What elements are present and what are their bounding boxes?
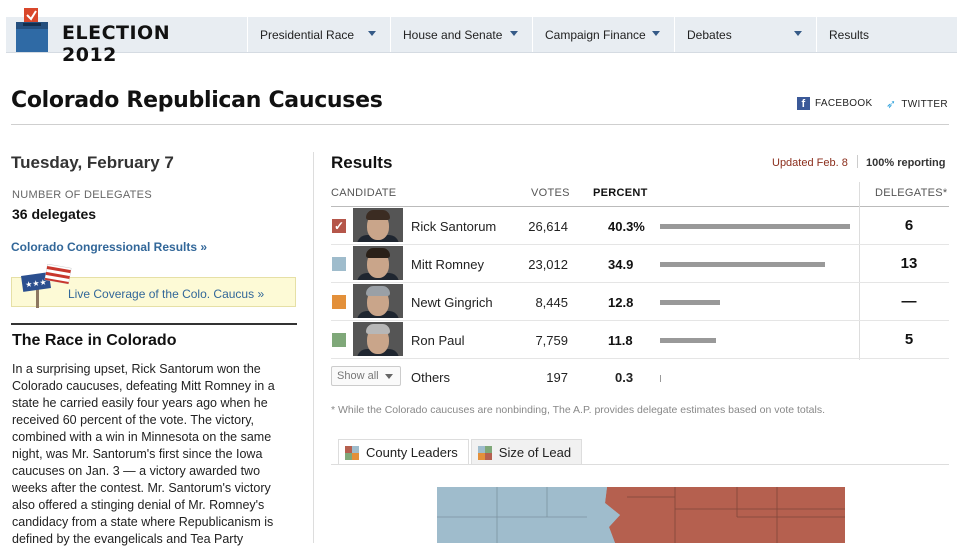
facebook-share[interactable]: f FACEBOOK bbox=[797, 97, 872, 110]
election-brand[interactable]: ELECTION 2012 bbox=[6, 0, 216, 66]
others-bar bbox=[660, 375, 661, 382]
tab-label: Size of Lead bbox=[498, 445, 572, 460]
size-of-lead-icon bbox=[477, 445, 492, 460]
nav-label: House and Senate bbox=[403, 27, 503, 42]
percent-bar bbox=[660, 300, 720, 305]
candidate-votes: 7,759 bbox=[535, 333, 568, 348]
twitter-label: TWITTER bbox=[901, 98, 948, 110]
color-swatch bbox=[332, 257, 346, 271]
candidate-votes: 23,012 bbox=[528, 257, 568, 272]
candidate-name: Rick Santorum bbox=[411, 219, 497, 234]
caret-down-icon bbox=[652, 31, 660, 36]
live-coverage-link[interactable]: Live Coverage of the Colo. Caucus » bbox=[68, 287, 264, 301]
others-percent: 0.3 bbox=[615, 370, 634, 385]
campaign-sign-icon: ★★★ bbox=[21, 264, 72, 308]
nav-label: Presidential Race bbox=[260, 27, 355, 42]
title-divider bbox=[11, 124, 949, 125]
tab-rule bbox=[331, 464, 949, 465]
percent-bar bbox=[660, 338, 716, 343]
candidate-name: Newt Gingrich bbox=[411, 295, 493, 310]
candidate-votes: 26,614 bbox=[528, 219, 568, 234]
candidate-photo bbox=[353, 208, 403, 242]
table-row: Ron Paul 7,759 11.8 5 bbox=[331, 321, 949, 359]
candidate-votes: 8,445 bbox=[535, 295, 568, 310]
delegates-label: NUMBER OF DELEGATES bbox=[12, 189, 152, 201]
results-heading: Results bbox=[331, 153, 393, 172]
header-percent: PERCENT bbox=[593, 187, 648, 199]
section-divider bbox=[11, 323, 297, 325]
header-delegates: DELEGATES* bbox=[875, 187, 948, 199]
candidate-delegates: 13 bbox=[900, 255, 918, 272]
others-row: Show all Others 197 0.3 bbox=[331, 366, 949, 390]
delegates-value: 36 delegates bbox=[12, 206, 97, 222]
table-row: Newt Gingrich 8,445 12.8 — bbox=[331, 283, 949, 321]
race-heading: The Race in Colorado bbox=[12, 332, 177, 349]
candidate-photo bbox=[353, 246, 403, 280]
candidate-name: Ron Paul bbox=[411, 333, 465, 348]
header-votes: VOTES bbox=[531, 187, 570, 199]
map-tabs: County Leaders Size of Lead bbox=[338, 439, 584, 465]
column-divider bbox=[313, 152, 314, 543]
color-swatch bbox=[332, 333, 346, 347]
page-title: Colorado Republican Caucuses bbox=[11, 88, 383, 113]
show-all-label: Show all bbox=[337, 370, 379, 382]
nav-debates[interactable]: Debates bbox=[674, 17, 816, 52]
facebook-label: FACEBOOK bbox=[815, 98, 873, 109]
tab-label: County Leaders bbox=[366, 445, 458, 460]
congressional-results-link[interactable]: Colorado Congressional Results » bbox=[11, 240, 207, 254]
nav-presidential-race[interactable]: Presidential Race bbox=[247, 17, 390, 52]
top-navigation: ELECTION 2012 Presidential Race House an… bbox=[0, 0, 960, 66]
tab-size-of-lead[interactable]: Size of Lead bbox=[470, 439, 583, 465]
winner-check-icon: ✓ bbox=[332, 219, 346, 233]
others-votes: 197 bbox=[546, 370, 568, 385]
show-all-dropdown[interactable]: Show all bbox=[331, 366, 401, 386]
candidate-percent: 40.3% bbox=[608, 219, 645, 234]
candidate-delegates: 6 bbox=[904, 217, 914, 234]
header-candidate: CANDIDATE bbox=[331, 187, 397, 199]
table-row: Mitt Romney 23,012 34.9 13 bbox=[331, 245, 949, 283]
candidate-percent: 34.9 bbox=[608, 257, 634, 272]
election-date: Tuesday, February 7 bbox=[11, 153, 174, 172]
candidate-photo bbox=[353, 322, 403, 356]
nav-campaign-finance[interactable]: Campaign Finance bbox=[532, 17, 674, 52]
nav-menu: Presidential Race House and Senate Campa… bbox=[247, 17, 949, 52]
brand-title: ELECTION 2012 bbox=[62, 22, 171, 66]
candidate-name: Mitt Romney bbox=[411, 257, 484, 272]
delegates-footnote: * While the Colorado caucuses are nonbin… bbox=[331, 404, 826, 416]
nav-label: Results bbox=[829, 27, 870, 42]
twitter-share[interactable]: ➶ TWITTER bbox=[886, 97, 948, 111]
race-article-text: In a surprising upset, Rick Santorum won… bbox=[12, 362, 275, 546]
candidate-photo bbox=[353, 284, 403, 318]
nav-house-and-senate[interactable]: House and Senate bbox=[390, 17, 532, 52]
divider bbox=[857, 155, 858, 168]
chevron-down-icon bbox=[385, 374, 393, 379]
caret-down-icon bbox=[794, 31, 802, 36]
nav-label: Campaign Finance bbox=[545, 27, 646, 42]
live-coverage-box[interactable]: ★★★ Live Coverage of the Colo. Caucus » bbox=[11, 264, 296, 308]
candidate-percent: 12.8 bbox=[608, 295, 634, 310]
tab-county-leaders[interactable]: County Leaders bbox=[338, 439, 469, 465]
county-map[interactable] bbox=[437, 487, 845, 543]
ballot-box-icon bbox=[16, 8, 48, 52]
candidate-delegates: — bbox=[901, 293, 917, 310]
table-row: ✓ Rick Santorum 26,614 40.3% 6 bbox=[331, 207, 949, 245]
percent-bar bbox=[660, 262, 825, 267]
nav-label: Debates bbox=[687, 27, 732, 42]
caret-down-icon bbox=[368, 31, 376, 36]
caret-down-icon bbox=[510, 31, 518, 36]
updated-timestamp: Updated Feb. 8 bbox=[772, 157, 848, 169]
others-label: Others bbox=[411, 370, 451, 385]
candidate-delegates: 5 bbox=[904, 331, 914, 348]
percent-bar bbox=[660, 224, 850, 229]
county-leaders-icon bbox=[345, 445, 359, 460]
twitter-bird-icon: ➶ bbox=[886, 97, 897, 111]
color-swatch bbox=[332, 295, 346, 309]
facebook-icon: f bbox=[797, 97, 810, 110]
candidate-percent: 11.8 bbox=[608, 333, 633, 348]
reporting-status: 100% reporting bbox=[866, 157, 946, 169]
nav-results[interactable]: Results bbox=[816, 17, 949, 52]
